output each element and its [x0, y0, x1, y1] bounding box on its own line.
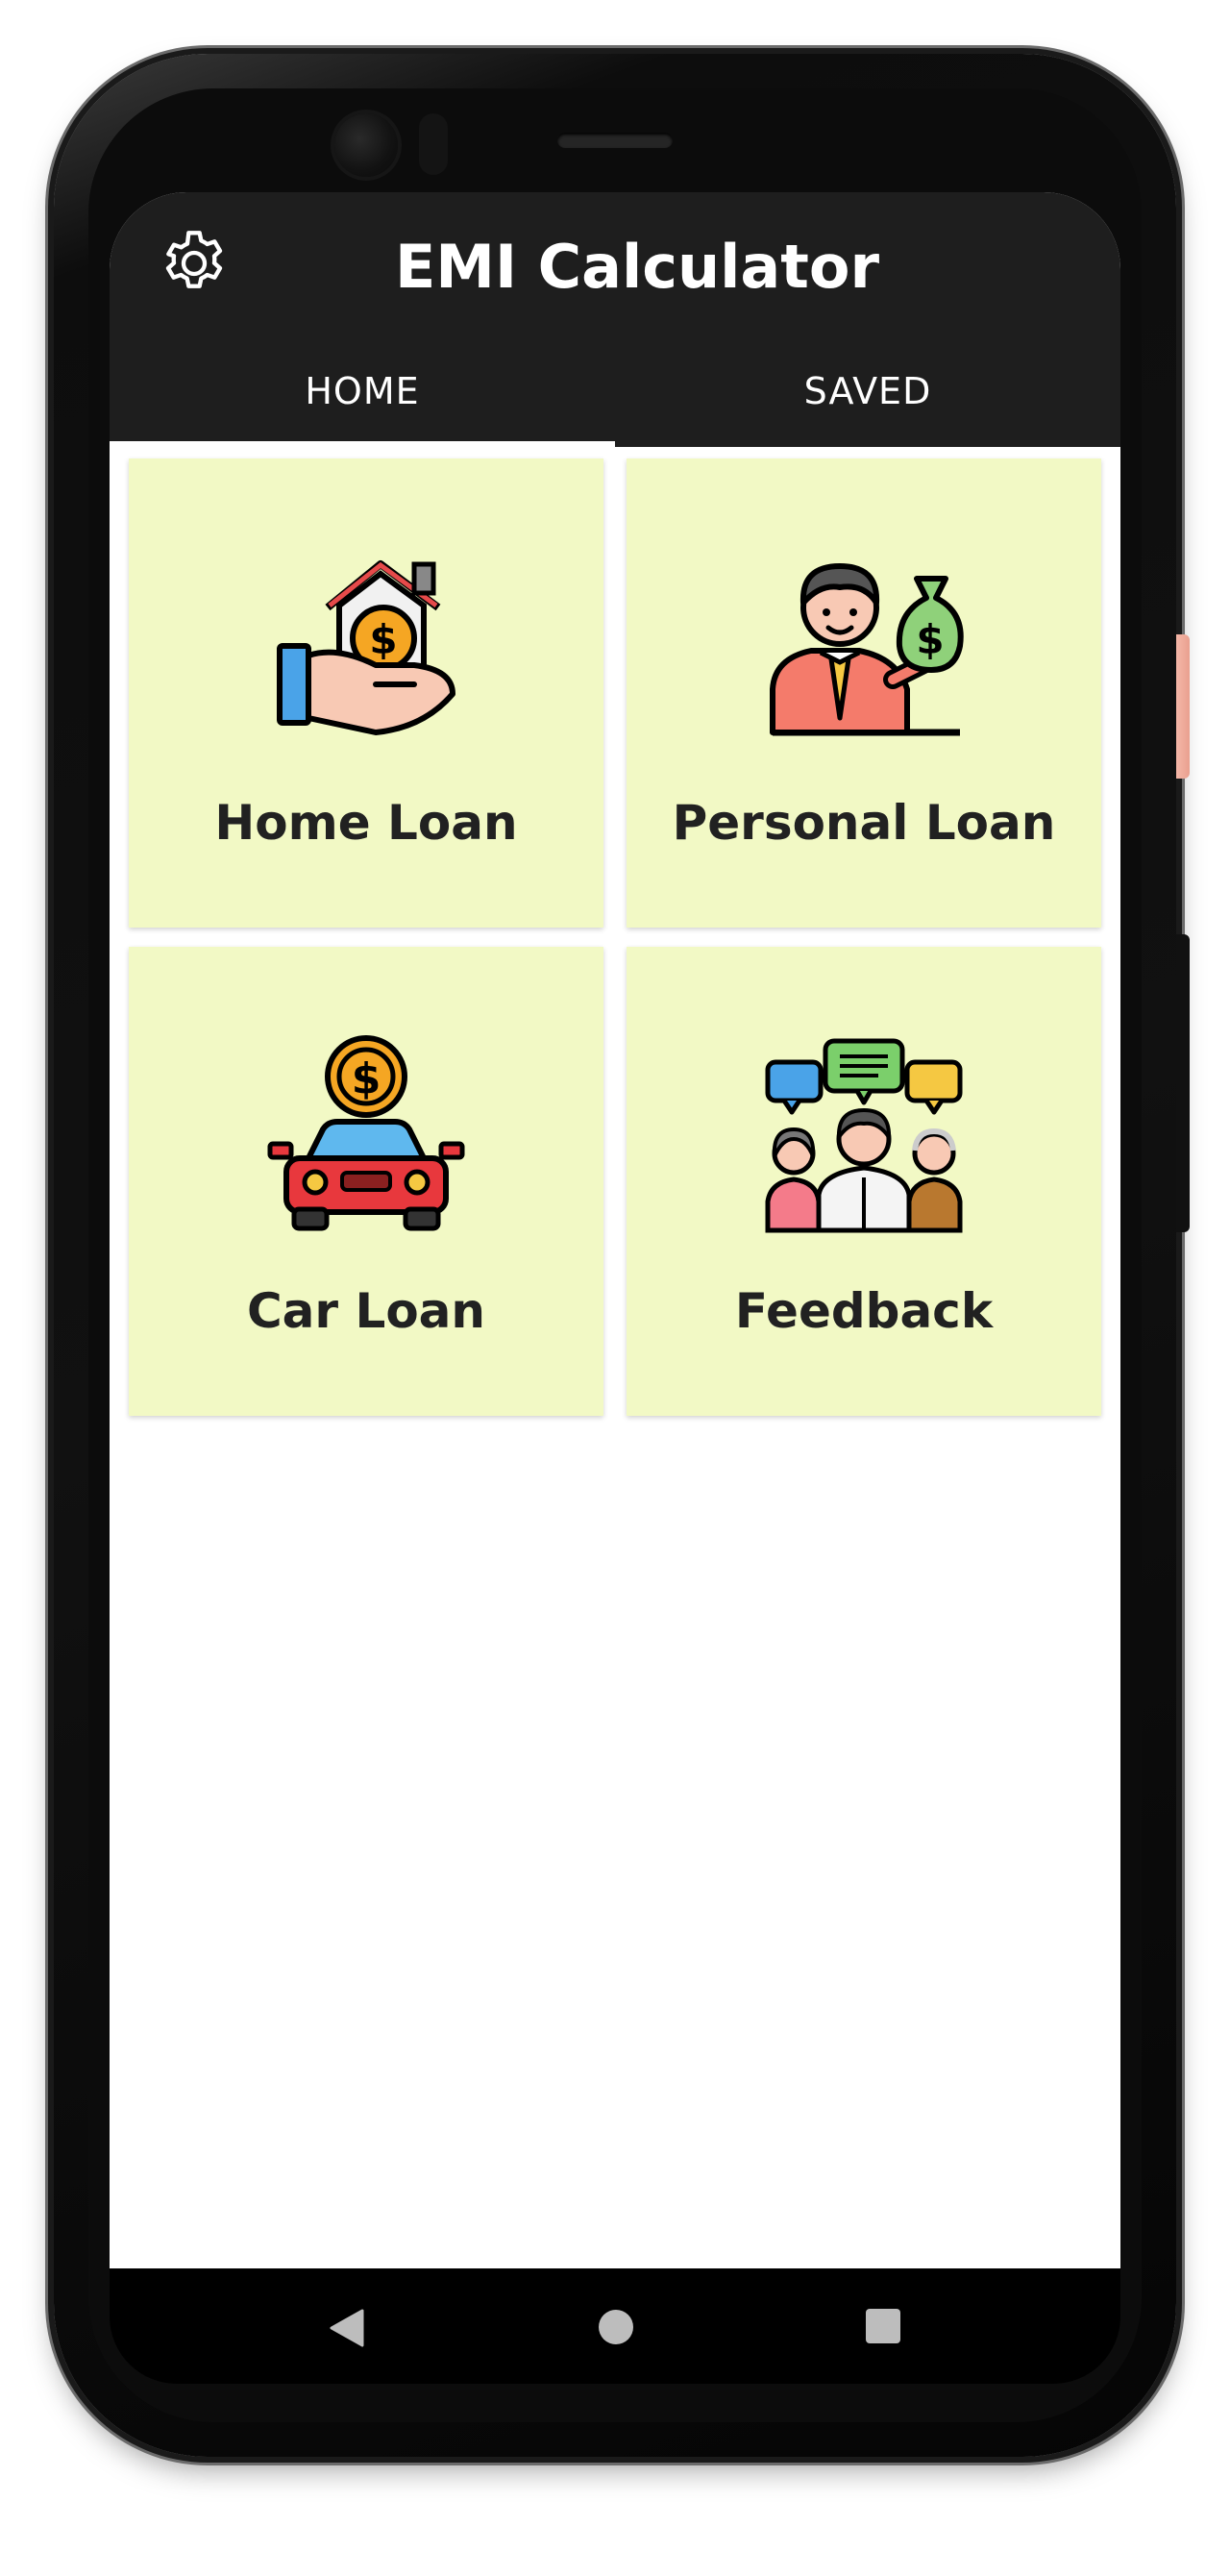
app-bar: EMI Calculator HOME SAVED [110, 192, 1120, 447]
volume-button [1176, 934, 1190, 1232]
app-title: EMI Calculator [394, 232, 880, 302]
tab-bar: HOME SAVED [110, 334, 1120, 447]
nav-back-button[interactable] [328, 2307, 366, 2353]
tab-saved[interactable]: SAVED [615, 334, 1120, 447]
home-loan-label: Home Loan [214, 795, 518, 851]
earpiece-speaker [557, 133, 673, 148]
nav-recents-button[interactable] [864, 2307, 902, 2349]
loan-options-grid: $ Home Loan $ Personal Loan $ Car Loan F… [129, 458, 1101, 1416]
power-button [1176, 634, 1190, 779]
back-triangle-icon [330, 2309, 364, 2347]
personal-loan-icon: $ [763, 545, 965, 747]
home-loan-card[interactable]: $ Home Loan [129, 458, 603, 928]
car-loan-label: Car Loan [246, 1283, 486, 1339]
personal-loan-label: Personal Loan [672, 795, 1056, 851]
feedback-icon [763, 1033, 965, 1235]
svg-text:$: $ [916, 616, 944, 663]
system-nav-bar [110, 2268, 1120, 2384]
proximity-sensor [419, 113, 448, 175]
app-screen: EMI Calculator HOME SAVED $ Home Loan $ … [110, 192, 1120, 2268]
home-loan-icon: $ [265, 545, 467, 747]
recents-square-icon [866, 2309, 900, 2343]
svg-text:$: $ [369, 616, 397, 663]
tab-home[interactable]: HOME [110, 334, 615, 447]
personal-loan-card[interactable]: $ Personal Loan [627, 458, 1101, 928]
feedback-card[interactable]: Feedback [627, 947, 1101, 1416]
car-loan-icon: $ [265, 1033, 467, 1235]
front-camera [334, 113, 398, 177]
car-loan-card[interactable]: $ Car Loan [129, 947, 603, 1416]
home-circle-icon [599, 2310, 633, 2344]
svg-text:$: $ [352, 1054, 381, 1103]
feedback-label: Feedback [734, 1283, 994, 1339]
nav-home-button[interactable] [598, 2309, 634, 2349]
